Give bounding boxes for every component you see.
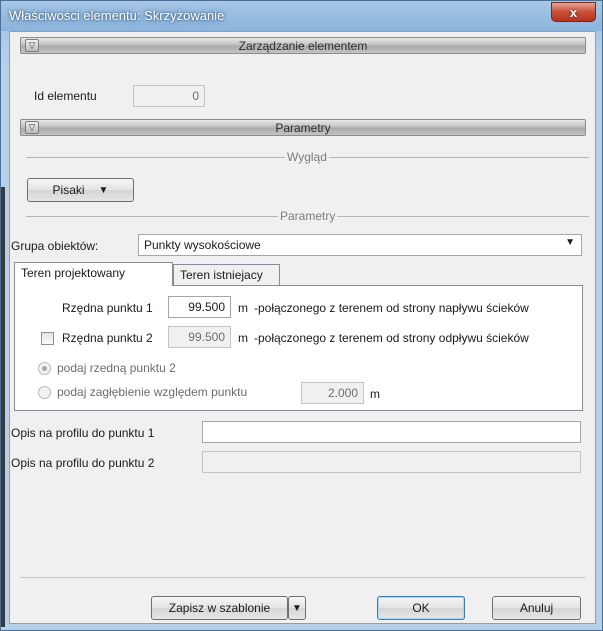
profile2-label: Opis na profilu do punktu 2 — [11, 456, 155, 470]
save-template-button[interactable]: Zapisz w szablonie — [151, 596, 288, 620]
properties-dialog: Właściwości elementu: Skrzyżowanie x ▽ Z… — [0, 0, 603, 631]
pens-button-label: Pisaki — [52, 183, 85, 197]
tab-designed-terrain[interactable]: Teren projektowany — [14, 262, 173, 286]
tab-existing-terrain[interactable]: Teren istniejacy — [173, 264, 280, 286]
chevron-down-icon: ▼ — [565, 237, 575, 248]
section-params-title: Parametry — [275, 121, 331, 135]
ok-label: OK — [412, 601, 430, 615]
point1-label: Rzędna punktu 1 — [62, 301, 153, 315]
radio-depth-label: podaj zagłębienie względem punktu — [57, 385, 248, 399]
point2-label: Rzędna punktu 2 — [62, 331, 153, 345]
dropdown-arrow-icon: ▼ — [292, 602, 302, 614]
cancel-button[interactable]: Anuluj — [492, 596, 581, 620]
depth-field: 2.000 — [301, 382, 364, 404]
point1-field[interactable]: 99.500 — [168, 296, 231, 318]
point1-description: -połączonego z terenem od strony napływu… — [254, 301, 529, 315]
pens-button[interactable]: Pisaki ▼ — [27, 178, 134, 202]
left-edge-accent — [1, 187, 5, 627]
section-params-header[interactable]: ▽ Parametry — [20, 119, 586, 136]
profile1-label: Opis na profilu do punktu 1 — [11, 426, 155, 440]
point2-description: -połączonego z terenem od strony odpływu… — [254, 331, 529, 345]
radio-depth[interactable] — [38, 386, 51, 399]
params-group-title: Parametry — [278, 209, 338, 223]
cancel-label: Anuluj — [519, 601, 554, 615]
object-group-value: Punkty wysokościowe — [144, 238, 261, 252]
element-id-field: 0 — [133, 85, 205, 107]
profile1-field[interactable] — [202, 421, 581, 443]
save-template-dropdown[interactable]: ▼ — [288, 596, 306, 620]
point2-checkbox[interactable] — [41, 332, 54, 345]
look-group-title: Wygląd — [285, 150, 329, 164]
dialog-body: ▽ Zarządzanie elementem Id elementu 0 ▽ … — [9, 31, 596, 624]
object-group-label: Grupa obiektów: — [11, 239, 99, 253]
title-bar: Właściwości elementu: Skrzyżowanie x — [1, 1, 602, 31]
point1-unit: m — [238, 301, 248, 315]
dropdown-arrow-icon: ▼ — [98, 184, 109, 196]
profile2-field — [202, 451, 581, 473]
footer-separator — [20, 577, 586, 578]
ok-button[interactable]: OK — [377, 596, 465, 620]
object-group-select[interactable]: Punkty wysokościowe ▼ — [138, 234, 582, 256]
section-management-header[interactable]: ▽ Zarządzanie elementem — [20, 37, 586, 54]
section-management-title: Zarządzanie elementem — [238, 39, 368, 53]
radio-ordinate-label: podaj rzedną punktu 2 — [57, 361, 176, 375]
depth-unit: m — [370, 387, 380, 401]
point2-unit: m — [238, 331, 248, 345]
radio-ordinate[interactable] — [38, 362, 51, 375]
close-icon: x — [569, 4, 578, 20]
close-button[interactable]: x — [551, 2, 596, 22]
window-title: Właściwości elementu: Skrzyżowanie — [9, 8, 225, 23]
element-id-label: Id elementu — [34, 89, 97, 103]
save-template-label: Zapisz w szablonie — [168, 601, 271, 615]
point2-field: 99.500 — [168, 326, 231, 348]
